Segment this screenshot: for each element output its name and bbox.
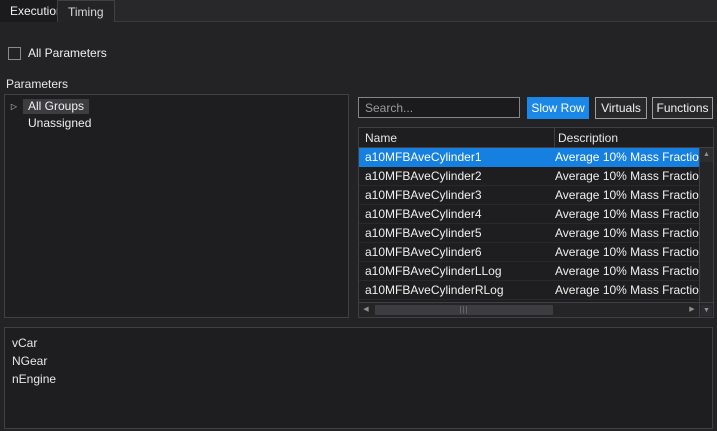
list-item[interactable]: NGear [12, 352, 712, 370]
list-item[interactable]: nEngine [12, 370, 712, 388]
column-header-description[interactable]: Description [558, 128, 618, 148]
horizontal-scrollbar-thumb[interactable]: ||| [375, 305, 553, 315]
tree-item-label: Unassigned [28, 116, 92, 130]
tree-item-unassigned[interactable]: Unassigned [5, 115, 348, 132]
tab-bar: Execution Timing [0, 0, 717, 22]
groups-tree-panel: ▷ All Groups Unassigned [4, 94, 349, 318]
search-input[interactable] [358, 97, 520, 118]
table-rows-viewport: a10MFBAveCylinder1 Average 10% Mass Frac… [359, 148, 699, 302]
row-description: Average 10% Mass Fraction Bu [555, 226, 699, 240]
selected-parameters-panel: vCar NGear nEngine [4, 327, 713, 429]
table-row[interactable]: a10MFBAveCylinder3 Average 10% Mass Frac… [359, 186, 699, 205]
row-name: a10MFBAveCylinder6 [365, 245, 482, 259]
parameters-section-label: Parameters [6, 77, 69, 91]
tree-item-all-groups[interactable]: ▷ All Groups [5, 98, 348, 115]
slow-row-button-label: Slow Row [531, 101, 585, 115]
all-parameters-checkbox[interactable] [8, 46, 21, 60]
table-row[interactable]: a10MFBAveCylinderRLog Average 10% Mass F… [359, 281, 699, 300]
row-description: Average 10% Mass Fraction Bu [555, 283, 699, 297]
parameter-manager-window: Execution Timing All Parameters Paramete… [0, 0, 717, 431]
expand-arrow-icon[interactable]: ▷ [5, 98, 23, 115]
row-name: a10MFBAveCylinder3 [365, 188, 482, 202]
horizontal-scrollbar-track[interactable]: ||| [373, 303, 685, 317]
tab-timing[interactable]: Timing [57, 0, 115, 22]
tree-item-label: All Groups [23, 99, 90, 114]
tab-timing-label: Timing [68, 4, 104, 19]
scroll-right-icon[interactable]: ▶ [685, 303, 699, 317]
scroll-left-icon[interactable]: ◀ [359, 303, 373, 317]
table-row[interactable]: a10MFBAveCylinder2 Average 10% Mass Frac… [359, 167, 699, 186]
horizontal-scrollbar[interactable]: ◀ ||| ▶ [359, 302, 699, 317]
table-row[interactable]: a10MFBAveCylinderLLog Average 10% Mass F… [359, 262, 699, 281]
table-header: Name Description [359, 128, 713, 148]
row-description: Average 10% Mass Fraction Bu [555, 150, 699, 164]
table-row[interactable]: a10MFBAveCylinder4 Average 10% Mass Frac… [359, 205, 699, 224]
functions-button[interactable]: Functions [652, 97, 713, 119]
row-description: Average 10% Mass Fraction Bu [555, 169, 699, 183]
functions-button-label: Functions [656, 101, 709, 115]
row-name: a10MFBAveCylinder5 [365, 226, 482, 240]
row-name: a10MFBAveCylinder1 [365, 150, 482, 164]
table-row[interactable]: a10MFBAveCylinder1 Average 10% Mass Frac… [359, 148, 699, 167]
thumb-grip-icon: ||| [459, 305, 469, 314]
virtuals-button-label: Virtuals [601, 101, 641, 115]
tab-execution-label: Execution [10, 4, 63, 18]
row-description: Average 10% Mass Fraction Bu [555, 264, 699, 278]
vertical-scrollbar[interactable]: ▲ [699, 148, 713, 302]
row-description: Average 10% Mass Fraction Bu [555, 188, 699, 202]
list-item[interactable]: vCar [12, 334, 712, 352]
row-name: a10MFBAveCylinder4 [365, 207, 482, 221]
scroll-up-icon[interactable]: ▲ [700, 148, 713, 162]
all-parameters-label: All Parameters [28, 46, 107, 60]
parameters-table-panel: Name Description a10MFBAveCylinder1 Aver… [358, 127, 714, 318]
slow-row-button[interactable]: Slow Row [527, 97, 589, 119]
table-row[interactable]: a10MFBAveCylinder6 Average 10% Mass Frac… [359, 243, 699, 262]
scrollbar-corner: ▼ [699, 302, 713, 317]
all-parameters-row: All Parameters [8, 46, 107, 60]
row-name: a10MFBAveCylinder2 [365, 169, 482, 183]
column-divider[interactable] [554, 128, 555, 148]
table-row[interactable]: a10MFBAveCylinder5 Average 10% Mass Frac… [359, 224, 699, 243]
row-description: Average 10% Mass Fraction Bu [555, 245, 699, 259]
row-name: a10MFBAveCylinderRLog [365, 283, 504, 297]
column-header-name[interactable]: Name [365, 128, 397, 148]
row-description: Average 10% Mass Fraction Bu [555, 207, 699, 221]
scroll-down-icon[interactable]: ▼ [701, 305, 712, 316]
virtuals-button[interactable]: Virtuals [595, 97, 647, 119]
row-name: a10MFBAveCylinderLLog [365, 264, 502, 278]
